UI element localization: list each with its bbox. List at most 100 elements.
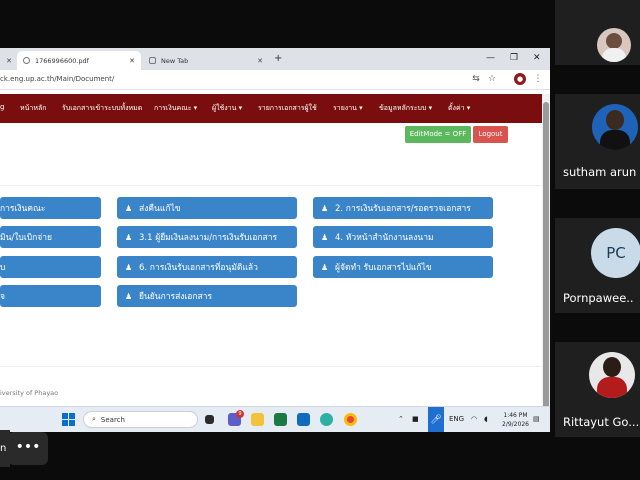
clock-date: 2/9/2026: [502, 421, 529, 428]
doc-button-author-receive[interactable]: ♟ ผู้จัดทำ รับเอกสารไปแก้ไข: [313, 256, 493, 278]
doc-button-confirm-send[interactable]: ♟ ยืนยันการส่งเอกสาร: [117, 285, 297, 307]
doc-button-disbursement[interactable]: มิน/ใบเบิกจ่าย: [0, 226, 101, 248]
wifi-icon[interactable]: ◠: [471, 415, 477, 423]
browser-toolbar: ck.eng.up.ac.th/Main/Document/ ⇆ ☆ ● ⋮: [0, 70, 550, 90]
windows-taskbar: ⌕ Search 9 ⌃ ■ 🎤︎ ENG ◠ ◖ 1:46 PM 2/9/20…: [0, 406, 550, 432]
person-icon: ♟: [125, 291, 133, 301]
participant-video: [589, 352, 635, 398]
translate-icon[interactable]: ⇆: [470, 73, 482, 85]
editmode-button[interactable]: EditMode = OFF: [405, 126, 471, 143]
clock-time: 1:46 PM: [503, 412, 528, 419]
doc-button-head-sign[interactable]: ♟ 4. หัวหน้าสำนักงานลงนาม: [313, 226, 493, 248]
doc-button-return-fix[interactable]: ♟ ส่งคืนแก้ไข: [117, 197, 297, 219]
participant-name: sutham arun: [563, 165, 637, 179]
doc-button-finance[interactable]: การเงินคณะ: [0, 197, 101, 219]
doc-button-label: ยืนยันการส่งเอกสาร: [139, 292, 213, 302]
divider: [0, 185, 542, 186]
shared-screen: ✕ 1766996600.pdf ✕ New Tab ✕ + — ❐ ✕ ck.…: [0, 48, 550, 432]
doc-button-4[interactable]: จ: [0, 285, 101, 307]
participant-initials-avatar: PC: [591, 228, 640, 278]
edge-icon[interactable]: [320, 413, 333, 426]
nav-reports[interactable]: รายงาน ▾: [333, 103, 363, 114]
minimize-icon[interactable]: —: [486, 53, 495, 63]
person-icon: ♟: [321, 262, 329, 272]
doc-button-borrower-sign[interactable]: ♟ 3.1 ผู้ยืมเงินลงนาม/การเงินรับเอกสาร: [117, 226, 297, 248]
nav-users[interactable]: ผู้ใช้งาน ▾: [212, 103, 242, 114]
microphone-icon[interactable]: 🎤︎: [428, 407, 444, 432]
close-tab-icon[interactable]: ✕: [257, 57, 263, 65]
address-bar[interactable]: ck.eng.up.ac.th/Main/Document/: [0, 75, 114, 83]
tab-label: 1766996600.pdf: [35, 56, 89, 65]
person-icon: ♟: [125, 203, 133, 213]
restore-icon[interactable]: ❐: [510, 53, 518, 63]
notification-icon[interactable]: ▤: [533, 415, 540, 423]
doc-button-label: 4. หัวหน้าสำนักงานลงนาม: [335, 233, 434, 243]
more-options-button[interactable]: •••: [8, 432, 48, 465]
person-icon: ♟: [321, 232, 329, 242]
profile-icon[interactable]: ●: [514, 73, 526, 85]
doc-button-label: การเงินคณะ: [0, 204, 46, 214]
doc-button-label: ผู้จัดทำ รับเอกสารไปแก้ไข: [335, 263, 432, 273]
speaker-icon[interactable]: ◖: [484, 415, 488, 423]
nav-user-documents[interactable]: รายการเอกสารผู้ใช้: [258, 103, 317, 114]
browser-tab-strip: ✕ 1766996600.pdf ✕ New Tab ✕ + — ❐ ✕: [0, 48, 550, 70]
search-icon: ⌕: [92, 415, 96, 423]
windows-start-icon[interactable]: [62, 413, 75, 426]
footer-text: iversity of Phayao: [0, 389, 59, 397]
chrome-icon[interactable]: [344, 413, 357, 426]
close-window-icon[interactable]: ✕: [533, 53, 541, 63]
logout-button[interactable]: Logout: [473, 126, 508, 143]
taskbar-clock[interactable]: 1:46 PM 2/9/2026: [502, 411, 529, 429]
menu-icon[interactable]: ⋮: [532, 73, 544, 85]
divider: [0, 366, 542, 367]
file-explorer-icon[interactable]: [251, 413, 264, 426]
page-scrollbar[interactable]: [542, 94, 550, 432]
nav-settings[interactable]: ตั้งค่า ▾: [448, 103, 470, 114]
participant-name: Rittayut Go...: [563, 415, 640, 429]
doc-button-label: มิน/ใบเบิกจ่าย: [0, 233, 53, 243]
doc-button-label: 2. การเงินรับเอกสาร/รอตรวจเอกสาร: [335, 204, 471, 214]
person-icon: ♟: [125, 262, 133, 272]
excel-icon[interactable]: [274, 413, 287, 426]
participant-video: [597, 28, 631, 62]
nav-all-documents[interactable]: รับเอกสารเข้าระบบทั้งหมด: [62, 103, 142, 114]
outlook-icon[interactable]: [297, 413, 310, 426]
doc-button-finance-approved[interactable]: ♟ 6. การเงินรับเอกสารที่อนุมัติแล้ว: [117, 256, 297, 278]
doc-button-label: 6. การเงินรับเอกสารที่อนุมัติแล้ว: [139, 263, 258, 273]
notification-badge: 9: [236, 410, 244, 418]
person-icon: ♟: [125, 232, 133, 242]
language-indicator[interactable]: ENG: [449, 415, 464, 423]
participant-tile[interactable]: PC Pornpawee..: [555, 218, 640, 313]
bookmark-star-icon[interactable]: ☆: [486, 73, 498, 85]
tab-pdf[interactable]: 1766996600.pdf ✕: [17, 51, 141, 70]
chrome-icon: [149, 57, 156, 64]
chevron-up-icon[interactable]: ⌃: [398, 415, 404, 423]
doc-button-finance-receive[interactable]: ♟ 2. การเงินรับเอกสาร/รอตรวจเอกสาร: [313, 197, 493, 219]
close-tab-icon[interactable]: ✕: [6, 57, 12, 65]
nav-home[interactable]: หน้าหลัก: [20, 103, 46, 114]
task-view-icon[interactable]: [205, 415, 214, 424]
taskbar-search[interactable]: ⌕ Search: [83, 411, 198, 428]
doc-button-label: จ: [0, 292, 5, 302]
tab-label: New Tab: [161, 56, 189, 65]
doc-button-label: บ: [0, 263, 6, 273]
site-navbar: g หน้าหลัก รับเอกสารเข้าระบบทั้งหมด การเ…: [0, 94, 542, 123]
taskbar-search-label: Search: [100, 415, 125, 424]
camera-icon[interactable]: ■: [412, 415, 419, 423]
new-tab-button[interactable]: +: [274, 53, 282, 64]
participant-name: Pornpawee..: [563, 291, 634, 305]
person-icon: ♟: [321, 203, 329, 213]
nav-master-data[interactable]: ข้อมูลหลักระบบ ▾: [379, 103, 432, 114]
tab-new-tab[interactable]: New Tab ✕: [143, 51, 269, 70]
participant-tile[interactable]: Rittayut Go...: [555, 342, 640, 437]
globe-icon: [23, 57, 30, 64]
participant-tile[interactable]: [555, 0, 640, 65]
scrollbar-thumb[interactable]: [543, 102, 549, 422]
participant-video: [592, 104, 638, 150]
nav-brand[interactable]: g: [0, 103, 4, 111]
doc-button-3[interactable]: บ: [0, 256, 101, 278]
tab-previous[interactable]: ✕: [0, 51, 16, 70]
participant-tile[interactable]: sutham arun: [555, 94, 640, 189]
nav-faculty-finance[interactable]: การเงินคณะ ▾: [154, 103, 197, 114]
close-tab-icon[interactable]: ✕: [129, 57, 135, 65]
